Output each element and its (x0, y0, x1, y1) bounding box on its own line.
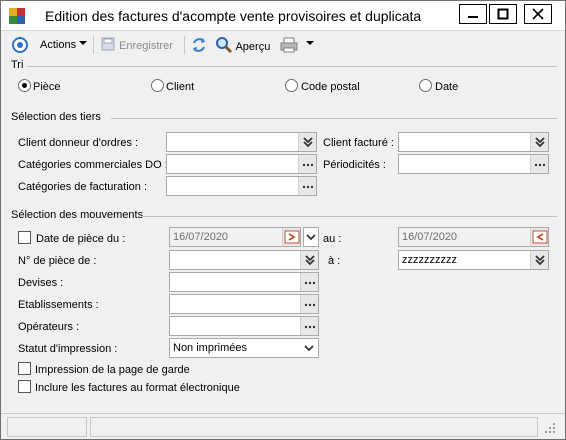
print-button[interactable] (279, 36, 299, 54)
chevrons-down-icon[interactable] (530, 133, 548, 151)
page-garde-label: Impression de la page de garde (35, 364, 190, 376)
tri-group-label: Tri (11, 59, 24, 71)
print-dropdown[interactable] (306, 36, 314, 54)
chevron-down-icon[interactable] (300, 339, 318, 357)
save-icon (101, 37, 115, 51)
num-piece-from-field[interactable] (169, 250, 319, 270)
radio-piece-label: Pièce (33, 81, 61, 93)
client-donneur-field[interactable] (166, 132, 317, 152)
actions-label: Actions (40, 39, 77, 51)
periodicites-label: Périodicités : (323, 159, 386, 171)
save-label: Enregistrer (119, 40, 173, 52)
categories-do-field[interactable] (166, 154, 317, 174)
ellipsis-icon[interactable] (300, 295, 318, 313)
status-cell-1 (7, 417, 87, 437)
mouvements-group-label: Sélection des mouvements (11, 209, 144, 221)
radio-date[interactable] (419, 79, 432, 92)
refresh-button[interactable] (190, 36, 208, 54)
client-facture-field[interactable] (398, 132, 549, 152)
options-button[interactable] (11, 36, 29, 54)
operateurs-field[interactable] (169, 316, 319, 336)
statut-label: Statut d'impression : (18, 343, 118, 355)
actions-menu[interactable]: Actions (40, 36, 88, 54)
maximize-button[interactable] (489, 4, 517, 24)
chevron-down-icon (306, 41, 314, 45)
date-from-dropdown[interactable] (303, 227, 319, 247)
num-piece-to-field[interactable]: zzzzzzzzzz (398, 250, 549, 270)
devises-field[interactable] (169, 272, 319, 292)
radio-code-postal[interactable] (285, 79, 298, 92)
a-label: à : (328, 255, 341, 267)
save-button[interactable]: Enregistrer (100, 36, 173, 54)
app-icon (9, 8, 25, 24)
close-button[interactable] (524, 4, 552, 24)
devises-label: Devises : (18, 277, 64, 289)
ellipsis-icon[interactable] (298, 177, 316, 195)
ellipsis-icon[interactable] (300, 273, 318, 291)
window: Edition des factures d'acompte vente pro… (0, 0, 566, 440)
chevrons-down-icon[interactable] (530, 251, 548, 269)
au-label: au : (323, 233, 342, 245)
categories-facturation-label: Catégories de facturation : (18, 181, 148, 193)
calendar-prev-icon[interactable] (530, 228, 548, 246)
date-piece-checkbox[interactable] (18, 231, 31, 244)
etablissements-field[interactable] (169, 294, 319, 314)
categories-facturation-field[interactable] (166, 176, 317, 196)
radio-date-label: Date (435, 81, 459, 93)
preview-button[interactable]: Aperçu (215, 36, 270, 54)
categories-do-label: Catégories commerciales DO : (18, 159, 168, 171)
calendar-next-icon[interactable] (282, 228, 300, 246)
client-facture-label: Client facturé : (323, 137, 394, 149)
etablissements-label: Etablissements : (18, 299, 99, 311)
date-piece-label: Date de pièce du : (36, 233, 126, 245)
minimize-button[interactable] (459, 4, 487, 24)
chevron-down-icon (306, 234, 316, 241)
radio-code-postal-label: Code postal (301, 81, 360, 93)
tiers-group-label: Sélection des tiers (11, 111, 101, 123)
ellipsis-icon[interactable] (298, 155, 316, 173)
chevron-down-icon (79, 41, 88, 45)
refresh-icon (193, 38, 205, 52)
radio-client-label: Client (166, 81, 195, 93)
close-icon (532, 8, 544, 20)
printer-icon (280, 37, 298, 53)
format-electronique-label: Inclure les factures au format électroni… (35, 382, 240, 394)
chevrons-down-icon[interactable] (298, 133, 316, 151)
status-bar (1, 413, 565, 439)
chevrons-down-icon[interactable] (300, 251, 318, 269)
client-donneur-label: Client donneur d'ordres : (18, 137, 139, 149)
page-garde-checkbox[interactable] (18, 362, 31, 375)
minimize-icon (468, 16, 478, 18)
num-piece-label: N° de pièce de : (18, 255, 97, 267)
periodicites-field[interactable] (398, 154, 549, 174)
resize-grip-icon[interactable] (541, 417, 559, 437)
radio-piece[interactable] (18, 79, 31, 92)
date-to-field[interactable]: 16/07/2020 (398, 227, 549, 247)
magnifier-icon (216, 37, 233, 54)
ellipsis-icon[interactable] (530, 155, 548, 173)
operateurs-label: Opérateurs : (18, 321, 80, 333)
maximize-icon (497, 8, 509, 20)
target-icon (12, 37, 28, 53)
statut-select[interactable]: Non imprimées (169, 338, 319, 358)
format-electronique-checkbox[interactable] (18, 380, 31, 393)
date-from-field[interactable]: 16/07/2020 (169, 227, 301, 247)
title-bar: Edition des factures d'acompte vente pro… (1, 1, 565, 31)
preview-label: Aperçu (235, 41, 271, 53)
window-title: Edition des factures d'acompte vente pro… (45, 8, 422, 24)
ellipsis-icon[interactable] (300, 317, 318, 335)
radio-client[interactable] (151, 79, 164, 92)
toolbar: Actions Enregistrer Aperçu (1, 32, 565, 58)
status-cell-2 (90, 417, 538, 437)
